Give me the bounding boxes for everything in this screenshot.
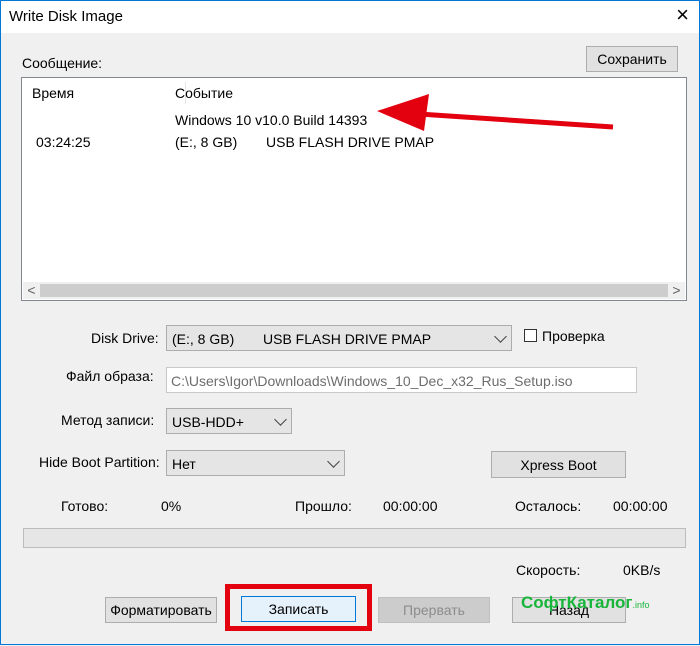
progress-bar (23, 528, 686, 548)
disk-drive-device: USB FLASH DRIVE PMAP (263, 331, 432, 347)
disk-drive-value: (E:, 8 GB) (172, 331, 235, 347)
abort-button[interactable]: Прервать (378, 597, 490, 623)
verify-label[interactable]: Проверка (542, 328, 605, 344)
write-disk-image-window: Write Disk Image × Сообщение: Сохранить … (0, 0, 700, 645)
disk-drive-select[interactable]: (E:, 8 GB) USB FLASH DRIVE PMAP (166, 325, 512, 351)
write-method-label: Метод записи: (61, 412, 155, 428)
speed-value: 0KB/s (623, 562, 661, 578)
chevron-down-icon (274, 413, 287, 426)
elapsed-label: Прошло: (295, 498, 352, 514)
done-value: 0% (161, 498, 182, 514)
remaining-value: 00:00:00 (613, 498, 668, 514)
verify-checkbox[interactable] (524, 329, 537, 342)
annotation-arrow-icon (377, 94, 614, 131)
chevron-down-icon (494, 330, 507, 343)
chevron-down-icon (327, 455, 340, 468)
remaining-label: Осталось: (515, 498, 582, 514)
write-method-value: USB-HDD+ (172, 414, 244, 430)
elapsed-value: 00:00:00 (383, 498, 438, 514)
watermark-logo: СофтКаталог.info (521, 593, 650, 613)
hide-boot-select[interactable]: Нет (166, 450, 345, 476)
hide-boot-label: Hide Boot Partition: (39, 454, 160, 470)
done-label: Готово: (61, 498, 109, 514)
disk-drive-label: Disk Drive: (91, 330, 159, 346)
image-file-value: C:\Users\Igor\Downloads\Windows_10_Dec_x… (171, 373, 573, 389)
xpress-boot-button[interactable]: Xpress Boot (491, 451, 626, 478)
speed-label: Скорость: (516, 562, 581, 578)
format-button[interactable]: Форматировать (105, 597, 217, 623)
image-file-label: Файл образа: (66, 368, 154, 384)
image-file-field[interactable]: C:\Users\Igor\Downloads\Windows_10_Dec_x… (166, 367, 637, 393)
highlight-frame (225, 584, 372, 631)
watermark-suffix: .info (632, 600, 650, 610)
hide-boot-value: Нет (172, 456, 196, 472)
write-method-select[interactable]: USB-HDD+ (166, 408, 292, 434)
watermark-text: СофтКаталог (521, 593, 633, 612)
